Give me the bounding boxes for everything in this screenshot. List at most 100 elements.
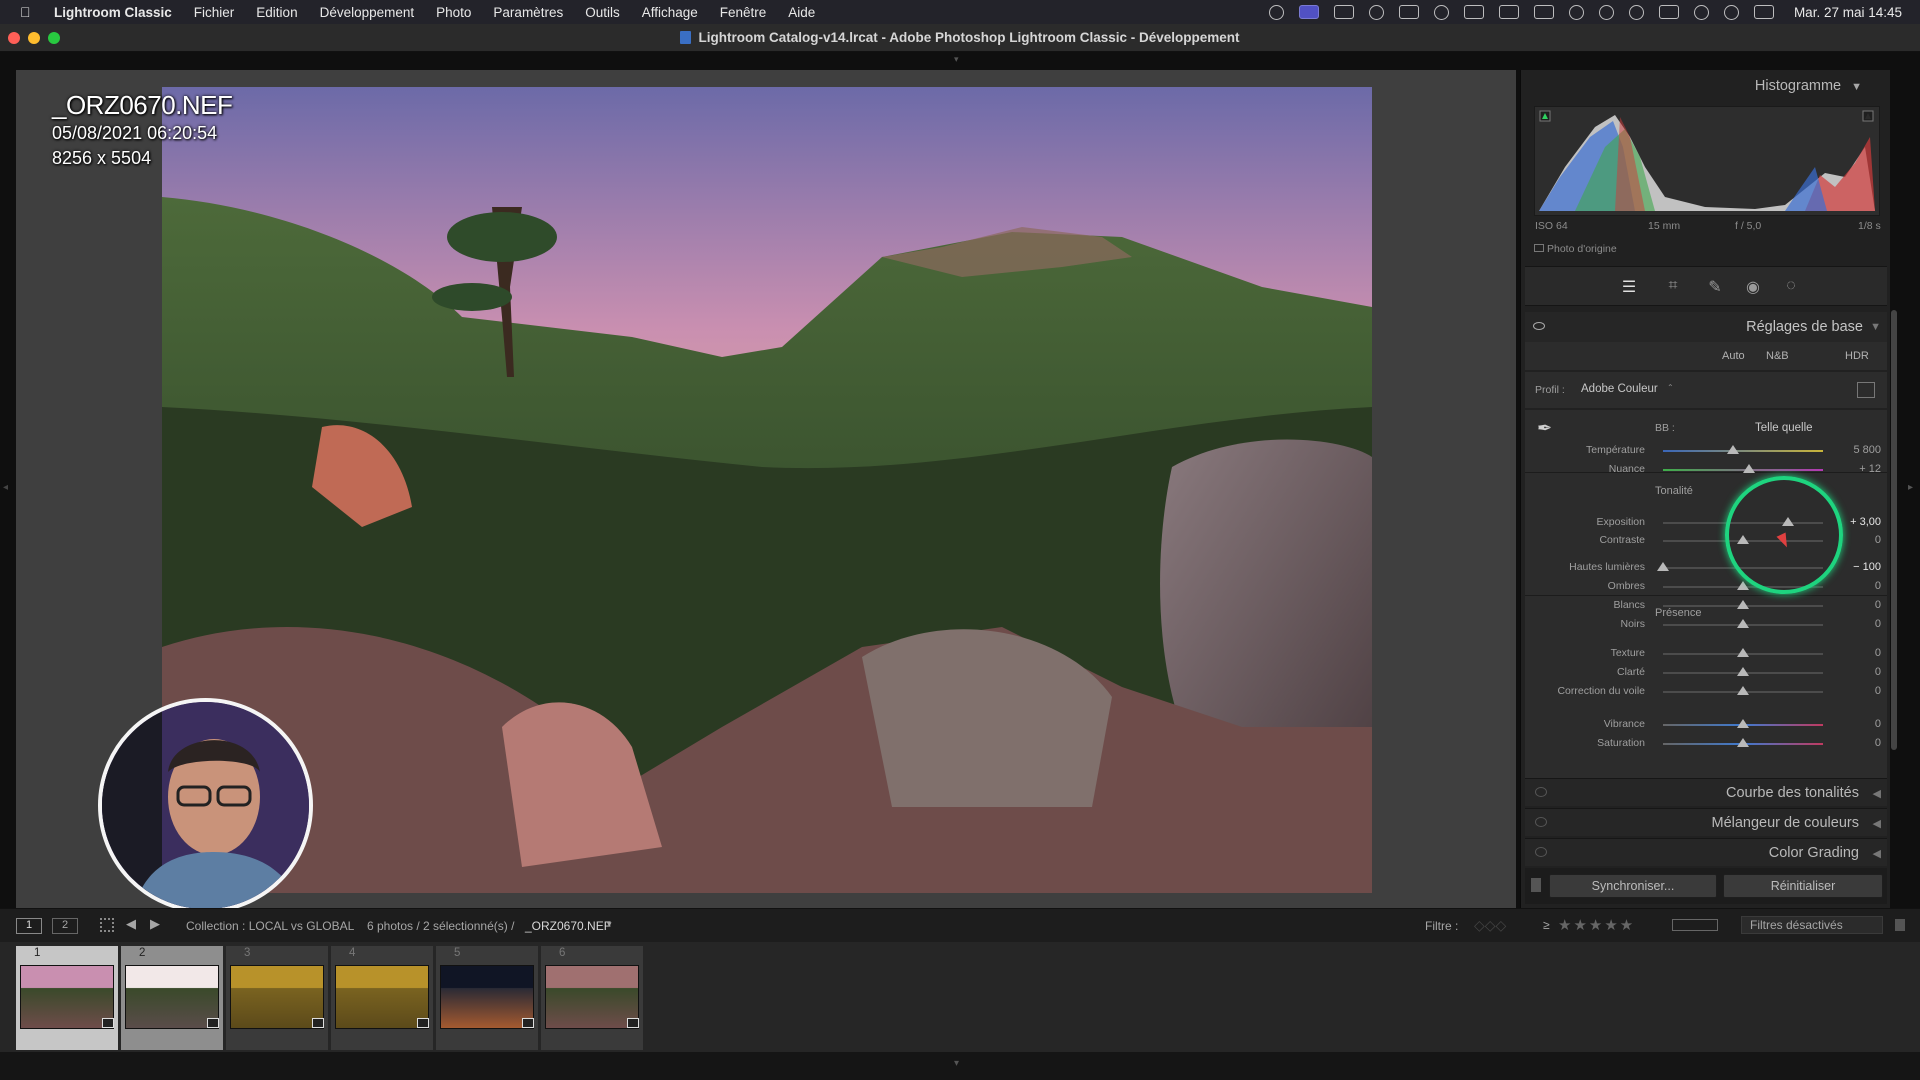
camera-icon[interactable] (1333, 5, 1354, 19)
eye-icon[interactable] (1535, 817, 1547, 827)
clipboard-icon[interactable] (1463, 5, 1484, 19)
eye-icon[interactable] (1533, 322, 1545, 330)
crop-icon[interactable]: ⌗ (1663, 277, 1683, 297)
slider-thumb[interactable] (1657, 562, 1669, 571)
wb-dropdown[interactable]: Telle quelle (1755, 422, 1813, 434)
menu-outils[interactable]: Outils (585, 5, 620, 20)
filter-lock-icon[interactable] (1895, 919, 1905, 931)
tone-curve-panel[interactable]: Courbe des tonalités ◀ (1525, 778, 1887, 806)
hdr-button[interactable]: HDR (1845, 350, 1869, 362)
filmstrip-thumbnail[interactable]: 5 (436, 946, 538, 1050)
slider-value[interactable]: − 100 (1831, 561, 1881, 573)
slider-thumb[interactable] (1737, 686, 1749, 695)
auto-button[interactable]: Auto (1722, 350, 1745, 362)
profile-browser-icon[interactable] (1857, 382, 1875, 398)
panel-scrollbar[interactable] (1891, 310, 1897, 750)
menu-edition[interactable]: Edition (256, 5, 297, 20)
zoom-window-icon[interactable] (48, 32, 60, 44)
grid-icon[interactable] (100, 918, 114, 932)
play-icon[interactable] (1598, 4, 1614, 20)
slider-track[interactable] (1663, 619, 1823, 628)
sync-switch-icon[interactable] (1531, 878, 1541, 892)
menu-aide[interactable]: Aide (788, 5, 815, 20)
slider-value[interactable]: 0 (1831, 647, 1881, 659)
slider-value[interactable]: 0 (1831, 580, 1881, 592)
flag-filter-icons[interactable]: ◇◇◇ (1474, 917, 1506, 934)
red-eye-icon[interactable]: ◉ (1743, 277, 1763, 297)
histogram-header[interactable]: Histogramme ▼ (1755, 78, 1862, 94)
slider-thumb[interactable] (1737, 648, 1749, 657)
profile-dropdown[interactable]: Adobe Couleur (1581, 383, 1658, 395)
menubar-clock[interactable]: Mar. 27 mai 14:45 (1794, 5, 1902, 20)
top-panel-toggle-icon[interactable]: ▾ (954, 54, 959, 65)
color-grading-panel[interactable]: Color Grading ◀ (1525, 838, 1887, 866)
dropdown-icon[interactable]: ▾ (607, 919, 612, 930)
masking-icon[interactable]: ◌ (1781, 277, 1801, 297)
slider-value[interactable]: 0 (1831, 718, 1881, 730)
histogram[interactable] (1534, 106, 1880, 216)
menu-app[interactable]: Lightroom Classic (54, 5, 172, 20)
healing-icon[interactable]: ✎ (1705, 277, 1725, 297)
user-icon[interactable] (1568, 4, 1584, 20)
apple-icon[interactable]:  (20, 4, 40, 20)
creative-cloud-icon[interactable] (1433, 4, 1449, 20)
slider-track[interactable] (1663, 464, 1823, 473)
slider-thumb[interactable] (1737, 619, 1749, 628)
slider-thumb[interactable] (1727, 445, 1740, 454)
color-label-filter-icons[interactable] (1672, 919, 1718, 931)
slider-track[interactable] (1663, 648, 1823, 657)
eye-icon[interactable] (1535, 787, 1547, 797)
slider-value[interactable]: 0 (1831, 685, 1881, 697)
slider-thumb[interactable] (1737, 581, 1749, 590)
slider-track[interactable] (1663, 667, 1823, 676)
slider-track[interactable] (1663, 738, 1823, 747)
menu-affichage[interactable]: Affichage (642, 5, 698, 20)
bottom-panel-toggle-icon[interactable]: ▾ (954, 1058, 959, 1069)
slider-track[interactable] (1663, 686, 1823, 695)
slider-value[interactable]: 0 (1831, 666, 1881, 678)
reset-button[interactable]: Réinitialiser (1723, 874, 1883, 898)
filter-preset-dropdown[interactable]: Filtres désactivés (1741, 916, 1883, 934)
collection-label[interactable]: Collection : LOCAL vs GLOBAL (186, 919, 354, 933)
slider-value[interactable]: 0 (1831, 618, 1881, 630)
display-icon[interactable] (1533, 5, 1554, 19)
menu-photo[interactable]: Photo (436, 5, 471, 20)
current-filename[interactable]: _ORZ0670.NEF (525, 919, 611, 933)
nb-button[interactable]: N&B (1766, 350, 1789, 362)
star-rating-filter-icons[interactable]: ★★★★★ (1558, 916, 1635, 934)
slider-thumb[interactable] (1737, 600, 1749, 609)
rating-operator[interactable]: ≥ (1543, 918, 1550, 932)
slider-thumb[interactable] (1737, 667, 1749, 676)
clock-icon[interactable] (1628, 4, 1644, 20)
control-center-icon[interactable] (1753, 5, 1774, 19)
battery-icon[interactable] (1658, 5, 1679, 19)
slider-track[interactable] (1663, 600, 1823, 609)
close-window-icon[interactable] (8, 32, 20, 44)
basic-header[interactable]: Réglages de base ▼ (1525, 312, 1887, 342)
filmstrip-thumbnail[interactable]: 2 (121, 946, 223, 1050)
slider-thumb[interactable] (1737, 719, 1749, 728)
wifi-icon[interactable] (1693, 4, 1709, 20)
cursor-app-icon[interactable] (1268, 4, 1284, 20)
menu-parametres[interactable]: Paramètres (493, 5, 563, 20)
slider-value[interactable]: 0 (1831, 599, 1881, 611)
slider-thumb[interactable] (1743, 464, 1756, 473)
slider-value[interactable]: + 12 (1831, 463, 1881, 475)
slider-track[interactable] (1663, 445, 1823, 454)
sync-button[interactable]: Synchroniser... (1549, 874, 1717, 898)
slider-track[interactable] (1663, 719, 1823, 728)
original-photo-toggle[interactable]: Photo d'origine (1534, 243, 1617, 255)
forward-arrow-icon[interactable]: ▶ (150, 916, 160, 932)
search-icon[interactable] (1723, 4, 1739, 20)
slider-thumb[interactable] (1737, 738, 1749, 747)
menu-fenetre[interactable]: Fenêtre (720, 5, 767, 20)
filmstrip-thumbnail[interactable]: 4 (331, 946, 433, 1050)
slider-value[interactable]: 5 800 (1831, 444, 1881, 456)
right-panel-toggle-icon[interactable]: ▸ (1908, 482, 1913, 493)
back-arrow-icon[interactable]: ◀ (126, 916, 136, 932)
wordpress-icon[interactable] (1368, 4, 1384, 20)
screen-record-icon[interactable] (1298, 5, 1319, 19)
slider-value[interactable]: 0 (1831, 737, 1881, 749)
color-mixer-panel[interactable]: Mélangeur de couleurs ◀ (1525, 808, 1887, 836)
premiere-icon[interactable] (1398, 5, 1419, 19)
